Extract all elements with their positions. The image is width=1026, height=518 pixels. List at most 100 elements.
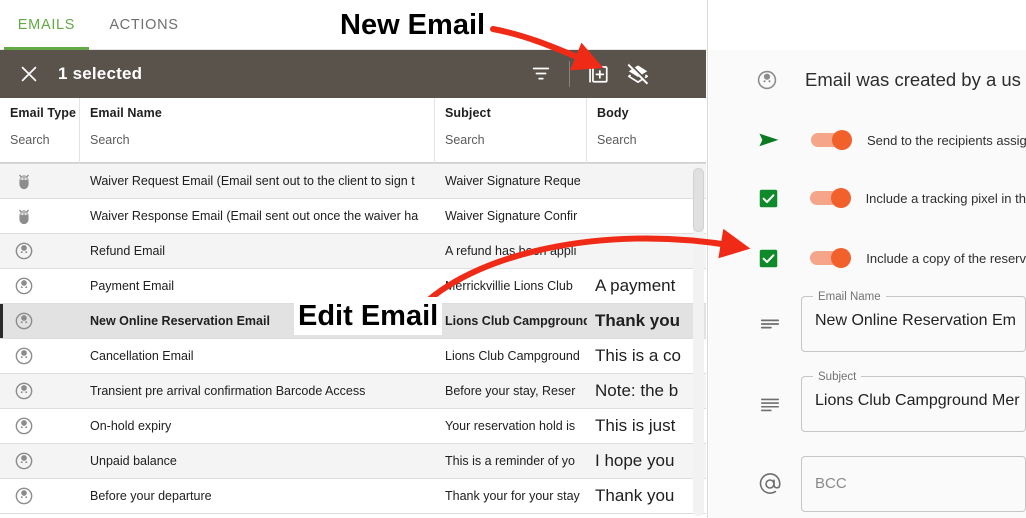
column-header-body: Body Search — [587, 98, 706, 163]
detail-header-title: Email was created by a us — [805, 69, 1021, 90]
cell-subject: This is a reminder of yo — [445, 454, 575, 468]
cell-subject: Your reservation hold is — [445, 419, 576, 433]
table-row[interactable]: On-hold expiry Your reservation hold is Th… — [0, 409, 706, 444]
email-table-body[interactable]: Waiver Request Email (Email sent out to … — [0, 163, 706, 518]
email-name-input[interactable]: Email Name New Online Reservation Em — [801, 289, 1026, 352]
user-face-icon — [0, 444, 80, 479]
annotation-new-email: New Email — [336, 7, 490, 43]
tab-actions[interactable]: ACTIONS — [89, 0, 199, 50]
field-row-bcc: BCC — [709, 456, 1026, 512]
cell-body: A payment — [595, 276, 676, 295]
detail-toggle-row-copy: Include a copy of the reserv — [709, 240, 1026, 276]
detail-header: Email was created by a us — [709, 59, 1026, 101]
toggle-tracking-pixel[interactable] — [809, 188, 851, 208]
emails-list-pane: EMAILS ACTIONS 1 selected Email Type Sea… — [0, 0, 708, 518]
cell-body — [587, 164, 706, 199]
cell-body: Thank you — [595, 486, 675, 505]
toggle-send-to-recipients[interactable] — [811, 130, 852, 150]
column-title: Email Type — [10, 106, 77, 120]
table-row[interactable]: Unpaid balance This is a reminder of yo I … — [0, 444, 706, 479]
close-icon[interactable] — [16, 61, 42, 87]
cell-email-name: Transient pre arrival confirmation Barco… — [90, 384, 366, 398]
toggle-label-copy: Include a copy of the reserv — [866, 250, 1026, 266]
tab-emails-label: EMAILS — [17, 17, 76, 33]
cell-email-name: Before your departure — [90, 489, 212, 503]
send-arrow-icon — [757, 128, 781, 152]
cell-email-name: Waiver Response Email (Email sent out on… — [90, 209, 419, 223]
subject-value: Lions Club Campground Mer — [815, 392, 1020, 409]
checkbox-checked-icon — [757, 248, 780, 269]
cell-subject: Lions Club Campground — [445, 314, 587, 328]
column-search-body[interactable]: Search — [597, 133, 706, 147]
text-lines-icon — [757, 393, 783, 415]
cell-email-name: Waiver Request Email (Email sent out to … — [90, 174, 415, 188]
cell-email-name: On-hold expiry — [90, 419, 172, 433]
table-row[interactable]: Refund Email A refund has been appli — [0, 234, 706, 269]
email-name-label: Email Name — [813, 289, 886, 305]
table-header: Email Type Search Email Name Search Subj… — [0, 98, 706, 163]
column-search-subject[interactable]: Search — [445, 133, 586, 147]
column-search-email-type[interactable]: Search — [10, 133, 79, 147]
cell-subject: Before your stay, Reser — [445, 384, 576, 398]
user-face-icon — [0, 234, 80, 269]
cell-subject: Lions Club Campground — [445, 349, 580, 363]
filter-icon[interactable] — [521, 54, 561, 94]
toggle-label-tracking: Include a tracking pixel in th — [865, 190, 1026, 206]
selected-count-label: 1 selected — [58, 64, 143, 83]
table-scrollbar-thumb[interactable] — [693, 168, 704, 232]
table-row[interactable]: Waiver Request Email (Email sent out to … — [0, 164, 706, 199]
cell-subject: Thank your for your stay — [445, 489, 580, 503]
toggle-include-copy[interactable] — [810, 248, 852, 268]
email-detail-pane: Email was created by a us Send to the re… — [709, 50, 1026, 518]
table-row[interactable]: Waiver Response Email (Email sent out on… — [0, 199, 706, 234]
column-header-subject: Subject Search — [435, 98, 587, 163]
cell-body: Thank you — [595, 311, 681, 330]
checkbox-checked-icon — [757, 188, 780, 209]
toggle-knob — [832, 130, 852, 150]
cell-subject: Waiver Signature Reque — [445, 174, 581, 188]
toolbar-actions — [521, 50, 706, 98]
column-search-email-name[interactable]: Search — [90, 133, 434, 147]
cell-email-name: Unpaid balance — [90, 454, 177, 468]
column-title: Email Name — [90, 106, 162, 120]
column-header-email-name: Email Name Search — [80, 98, 435, 163]
cell-body: Note: the b — [595, 381, 679, 400]
bug-icon — [0, 199, 80, 234]
cell-body: This is a co — [595, 346, 681, 365]
cell-subject: Waiver Signature Confir — [445, 209, 578, 223]
subject-label: Subject — [813, 369, 862, 385]
cell-subject: A refund has been appli — [445, 244, 577, 258]
cell-body: This is just — [595, 416, 676, 435]
field-row-email-name: Email Name New Online Reservation Em — [709, 289, 1026, 352]
user-face-icon — [0, 304, 80, 339]
cell-subject: Merrickvillie Lions Club — [445, 279, 573, 293]
tab-emails[interactable]: EMAILS — [4, 0, 89, 50]
add-new-icon[interactable] — [578, 54, 618, 94]
table-row[interactable]: Transient pre arrival confirmation Barco… — [0, 374, 706, 409]
user-face-icon — [0, 269, 80, 304]
annotation-edit-email: Edit Email — [294, 297, 443, 335]
tab-actions-label: ACTIONS — [109, 17, 179, 33]
toggle-label-send: Send to the recipients assig — [867, 132, 1026, 148]
detail-toggle-row-tracking: Include a tracking pixel in th — [709, 180, 1026, 216]
cell-email-name: Cancellation Email — [90, 349, 194, 363]
bug-icon — [0, 164, 80, 199]
bcc-input[interactable]: BCC — [801, 456, 1026, 512]
toggle-knob — [830, 188, 851, 208]
bcc-placeholder: BCC — [815, 475, 847, 492]
table-row[interactable]: Cancellation Email Lions Club Campground T… — [0, 339, 706, 374]
layers-off-icon[interactable] — [618, 54, 658, 94]
detail-toggle-row-send: Send to the recipients assig — [709, 122, 1026, 158]
subject-input[interactable]: Subject Lions Club Campground Mer — [801, 369, 1026, 432]
cell-body: I hope you — [595, 451, 675, 470]
column-header-email-type: Email Type Search — [0, 98, 80, 163]
cell-email-name: Refund Email — [90, 244, 166, 258]
email-name-value: New Online Reservation Em — [815, 312, 1016, 329]
toggle-knob — [831, 248, 852, 268]
user-face-icon — [0, 409, 80, 444]
user-face-icon — [0, 479, 80, 514]
user-face-icon — [0, 374, 80, 409]
selection-toolbar: 1 selected — [0, 50, 706, 98]
user-face-icon — [0, 339, 80, 374]
table-row[interactable]: Before your departure Thank your for your… — [0, 479, 706, 514]
